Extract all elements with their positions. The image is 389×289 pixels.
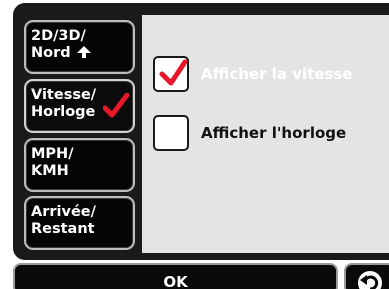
- menu-button-2d-3d-nord[interactable]: 2D/3D/ Nord: [24, 20, 135, 74]
- menu-button-line1: Arrivée/: [31, 204, 96, 220]
- back-arrow-icon: [358, 271, 382, 289]
- option-label: Afficher la vitesse: [201, 65, 353, 83]
- menu-button-line2: KMH: [31, 163, 69, 179]
- checkbox-show-clock[interactable]: [153, 115, 189, 151]
- menu-button-line2: Restant: [31, 221, 95, 237]
- ok-button[interactable]: OK: [13, 263, 338, 289]
- option-show-speed[interactable]: Afficher la vitesse: [153, 56, 389, 92]
- option-show-clock[interactable]: Afficher l'horloge: [153, 115, 389, 151]
- menu-button-vitesse-horloge[interactable]: Vitesse/ Horloge: [24, 79, 135, 133]
- ok-label: OK: [163, 273, 188, 289]
- checkmark-icon: [159, 59, 188, 86]
- menu-button-arrivee-restant[interactable]: Arrivée/ Restant: [24, 196, 135, 250]
- checkmark-icon: [102, 92, 130, 126]
- menu-button-mph-kmh[interactable]: MPH/ KMH: [24, 138, 135, 192]
- back-button[interactable]: [344, 263, 389, 289]
- arrow-up-icon: [76, 46, 91, 58]
- checkbox-show-speed[interactable]: [153, 56, 189, 92]
- menu-button-line1: MPH/: [31, 146, 74, 162]
- menu-button-line2: Nord: [31, 45, 71, 61]
- option-label: Afficher l'horloge: [201, 124, 347, 142]
- menu-button-line1: 2D/3D/: [31, 28, 86, 44]
- settings-screen: 2D/3D/ Nord Vitesse/ Horloge MPH/ KMH Ar…: [0, 0, 389, 289]
